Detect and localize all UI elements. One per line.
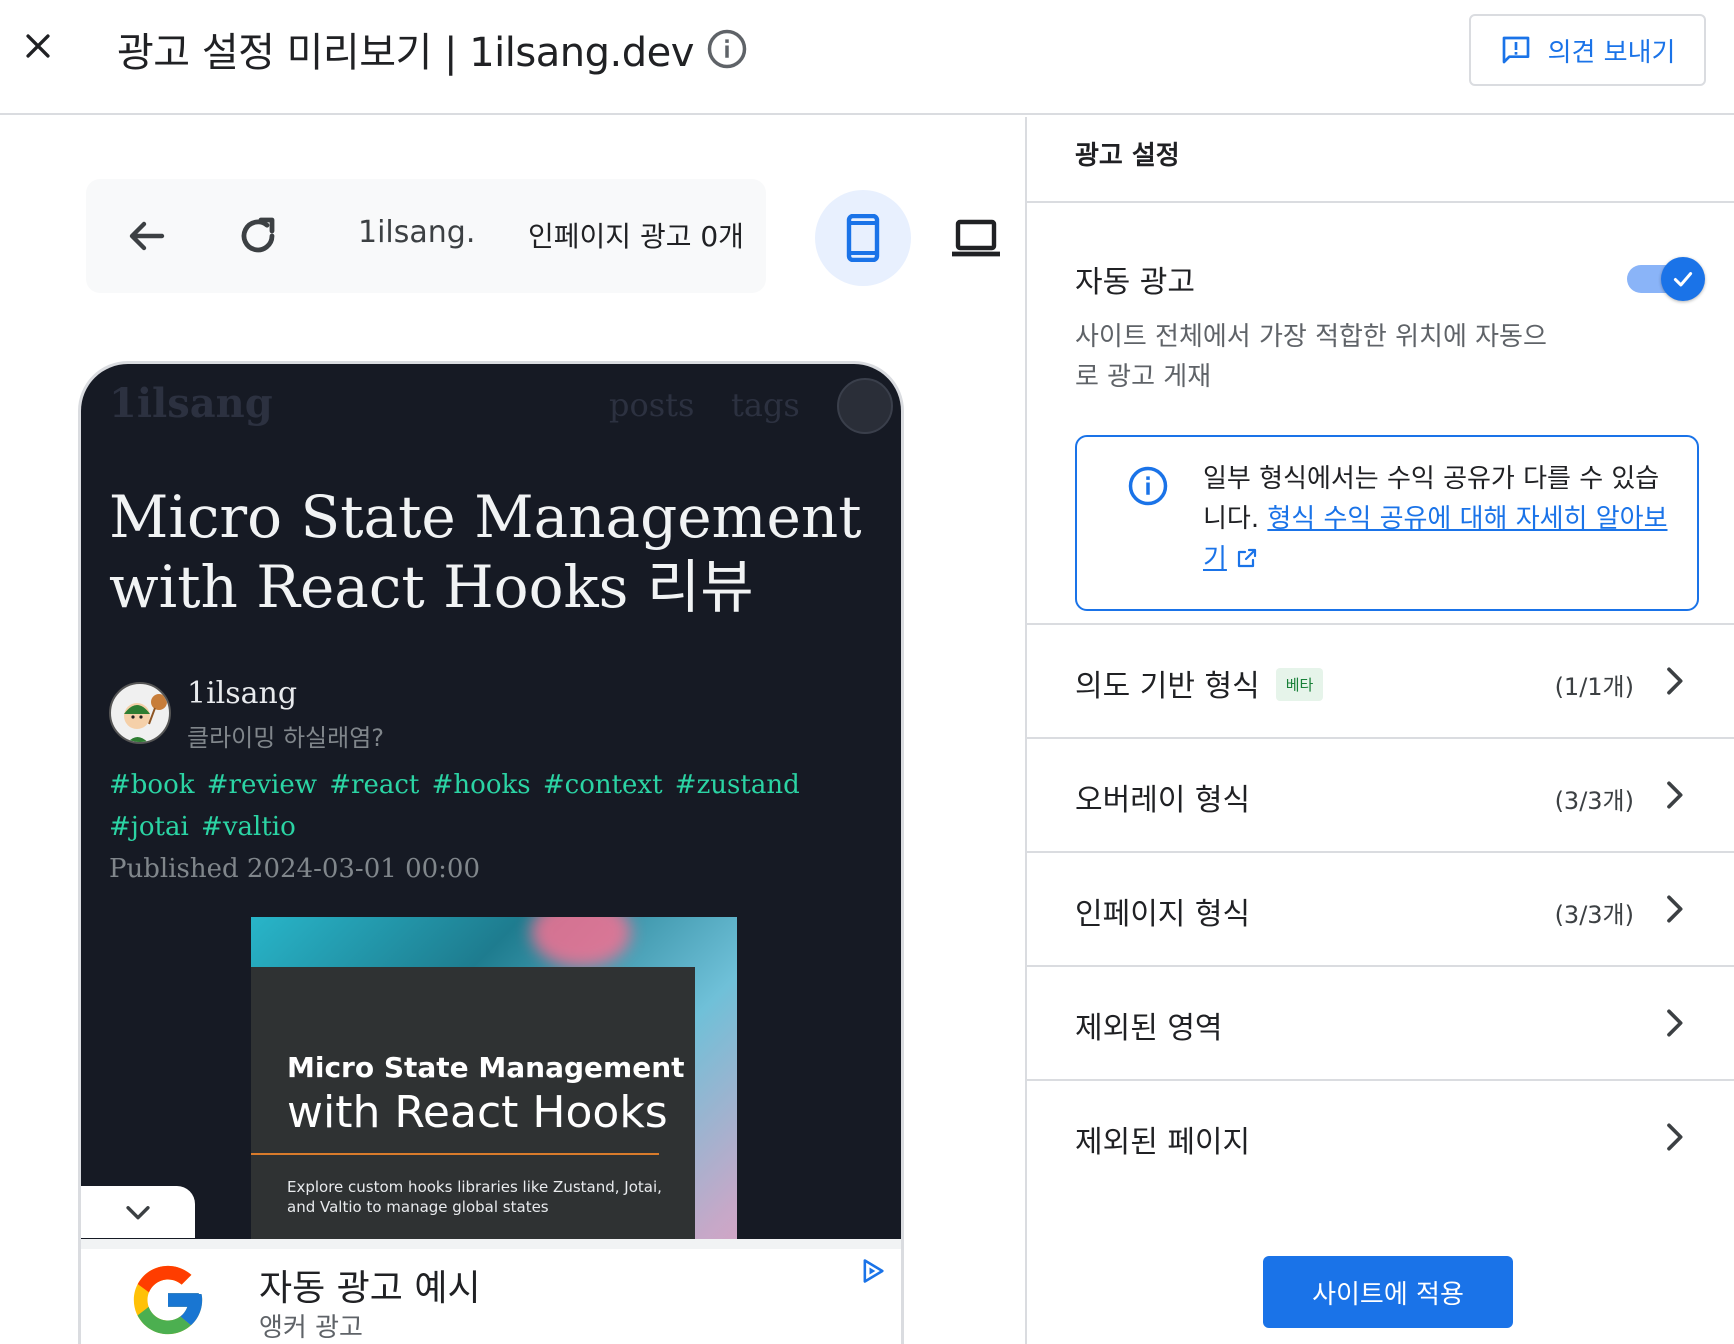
row-inpage-formats[interactable]: 인페이지 형식 (3/3개)	[1027, 851, 1734, 965]
close-button[interactable]	[14, 22, 62, 70]
row-count: (1/1개)	[1554, 673, 1634, 701]
author-bio: 클라이밍 하실래염?	[187, 724, 385, 752]
settings-panel: 광고 설정 자동 광고 사이트 전체에서 가장 적합한 위치에 자동으로 광고 …	[1025, 117, 1734, 1344]
book-title-line2: with React Hooks	[287, 1087, 668, 1138]
info-text: 일부 형식에서는 수익 공유가 다를 수 있습니다. 형식 수익 공유에 대해 …	[1203, 459, 1673, 579]
book-cover-blob	[531, 917, 631, 967]
row-label-text: 의도 기반 형식	[1075, 669, 1260, 704]
auto-ads-toggle[interactable]	[1627, 257, 1705, 301]
row-label: 제외된 페이지	[1075, 1125, 1251, 1160]
row-count: (3/3개)	[1554, 901, 1634, 929]
row-label: 의도 기반 형식 베타	[1075, 661, 1324, 705]
chevron-right-icon	[1667, 1123, 1683, 1151]
row-overlay-formats[interactable]: 오버레이 형식 (3/3개)	[1027, 737, 1734, 851]
collapse-ad-button[interactable]	[81, 1186, 195, 1238]
feedback-label: 의견 보내기	[1547, 37, 1676, 68]
anchor-ad[interactable]: 자동 광고 예시 앵커 광고	[81, 1239, 901, 1344]
author-name: 1ilsang	[187, 676, 298, 711]
row-label: 제외된 영역	[1075, 1011, 1223, 1046]
post-title: Micro State Management with React Hooks …	[109, 483, 862, 621]
feedback-icon	[1502, 36, 1529, 64]
reload-icon[interactable]	[234, 212, 282, 260]
author-avatar	[109, 682, 171, 744]
adchoices-icon[interactable]	[859, 1257, 887, 1285]
row-intent-formats[interactable]: 의도 기반 형식 베타 (1/1개)	[1027, 623, 1734, 737]
preview-pane: 1ilsang. 인페이지 광고 0개 1ilsang posts tags M…	[0, 117, 1024, 1344]
preview-url: 1ilsang.	[358, 215, 476, 250]
ad-title: 자동 광고 예시	[259, 1268, 481, 1309]
smartphone-icon	[846, 214, 880, 262]
post-tags[interactable]: #book #review #react #hooks #context #zu…	[109, 764, 889, 848]
site-nav: 1ilsang posts tags	[81, 364, 901, 452]
feedback-button[interactable]: 의견 보내기	[1469, 14, 1706, 86]
row-count: (3/3개)	[1554, 787, 1634, 815]
chevron-right-icon	[1667, 781, 1683, 809]
book-divider	[251, 1153, 659, 1155]
apply-to-site-button[interactable]: 사이트에 적용	[1263, 1256, 1513, 1328]
author-avatar-image	[124, 694, 167, 742]
row-excluded-areas[interactable]: 제외된 영역	[1027, 965, 1734, 1079]
toggle-knob	[1661, 257, 1705, 301]
row-label: 오버레이 형식	[1075, 783, 1251, 818]
auto-ads-description: 사이트 전체에서 가장 적합한 위치에 자동으로 광고 게재	[1075, 322, 1547, 392]
mobile-view-button[interactable]	[815, 190, 911, 286]
close-icon	[26, 34, 50, 58]
site-nav-posts[interactable]: posts	[609, 386, 694, 424]
settings-title: 광고 설정	[1075, 141, 1180, 171]
ad-subtitle: 앵커 광고	[259, 1313, 363, 1343]
chevron-down-icon	[126, 1206, 150, 1220]
desktop-view-button[interactable]	[928, 190, 1024, 286]
book-description: Explore custom hooks libraries like Zust…	[287, 1178, 662, 1216]
open-in-new-icon	[1237, 548, 1257, 568]
site-avatar[interactable]	[837, 378, 893, 434]
page-title: 광고 설정 미리보기 | 1ilsang.dev	[117, 30, 694, 76]
row-label: 인페이지 형식	[1075, 897, 1251, 932]
learn-more-link[interactable]: 형식 수익 공유에 대해 자세히 알아보기	[1203, 504, 1668, 574]
beta-badge: 베타	[1275, 668, 1324, 701]
site-nav-tags[interactable]: tags	[731, 386, 800, 424]
auto-ads-label: 자동 광고	[1075, 265, 1195, 300]
revenue-info-box: 일부 형식에서는 수익 공유가 다를 수 있습니다. 형식 수익 공유에 대해 …	[1075, 435, 1699, 611]
book-title-line1: Micro State Management	[287, 1051, 685, 1084]
settings-header: 광고 설정	[1027, 117, 1734, 203]
laptop-icon	[952, 219, 1000, 257]
chevron-right-icon	[1667, 1009, 1683, 1037]
site-logo: 1ilsang	[109, 380, 273, 427]
preview-toolbar: 1ilsang. 인페이지 광고 0개	[86, 179, 766, 293]
mobile-preview-frame: 1ilsang posts tags Micro State Managemen…	[78, 361, 904, 1344]
google-logo-icon	[133, 1265, 203, 1335]
chevron-right-icon	[1667, 667, 1683, 695]
published-date: Published 2024-03-01 00:00	[109, 854, 480, 884]
check-icon	[1673, 272, 1693, 287]
info-icon	[1128, 466, 1168, 506]
info-icon[interactable]	[706, 28, 748, 70]
inpage-ad-count: 인페이지 광고 0개	[528, 220, 744, 253]
top-bar: 광고 설정 미리보기 | 1ilsang.dev 의견 보내기	[0, 0, 1734, 115]
back-arrow-icon[interactable]	[122, 212, 170, 260]
row-excluded-pages[interactable]: 제외된 페이지	[1027, 1079, 1734, 1193]
chevron-right-icon	[1667, 895, 1683, 923]
learn-more-label: 형식 수익 공유에 대해 자세히 알아보기	[1203, 504, 1668, 574]
